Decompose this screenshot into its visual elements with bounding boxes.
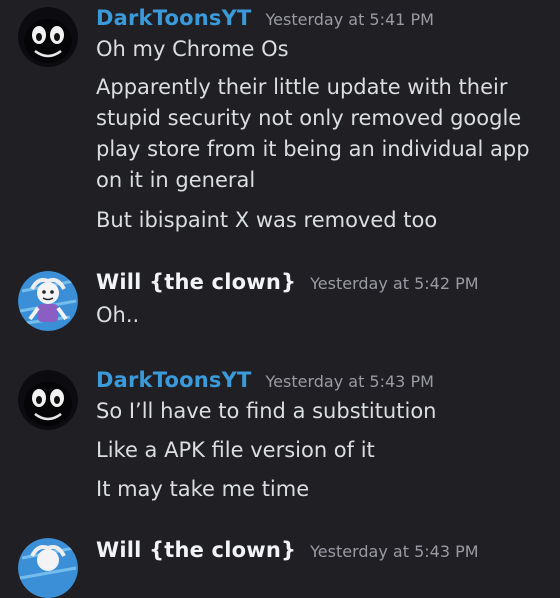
- dark-creature-avatar[interactable]: [18, 370, 78, 430]
- message-text: Like a APK file version of it: [96, 438, 375, 462]
- message-text: Oh..: [96, 303, 140, 327]
- dark-creature-avatar[interactable]: [18, 7, 78, 67]
- timestamp: Yesterday at 5:43 PM: [265, 372, 434, 391]
- message-header: DarkToonsYT Yesterday at 5:43 PM: [96, 368, 434, 392]
- message-text: It may take me time: [96, 477, 310, 501]
- author-name[interactable]: Will {the clown}: [96, 538, 296, 562]
- author-name[interactable]: DarkToonsYT: [96, 6, 252, 30]
- message-text: But ibispaint X was removed too: [96, 208, 438, 232]
- timestamp: Yesterday at 5:43 PM: [310, 542, 479, 561]
- message-text: So I’ll have to find a substitution: [96, 399, 437, 423]
- message-header: DarkToonsYT Yesterday at 5:41 PM: [96, 6, 434, 30]
- message-text: Apparently their little update with thei…: [96, 75, 530, 192]
- clown-character-avatar[interactable]: [18, 271, 78, 331]
- message-header: Will {the clown} Yesterday at 5:42 PM: [96, 270, 479, 294]
- timestamp: Yesterday at 5:42 PM: [310, 274, 479, 293]
- message-header: Will {the clown} Yesterday at 5:43 PM: [96, 538, 479, 562]
- clown-character-avatar[interactable]: [18, 538, 78, 598]
- author-name[interactable]: Will {the clown}: [96, 270, 296, 294]
- author-name[interactable]: DarkToonsYT: [96, 368, 252, 392]
- timestamp: Yesterday at 5:41 PM: [265, 10, 434, 29]
- message-text: Oh my Chrome Os: [96, 37, 289, 61]
